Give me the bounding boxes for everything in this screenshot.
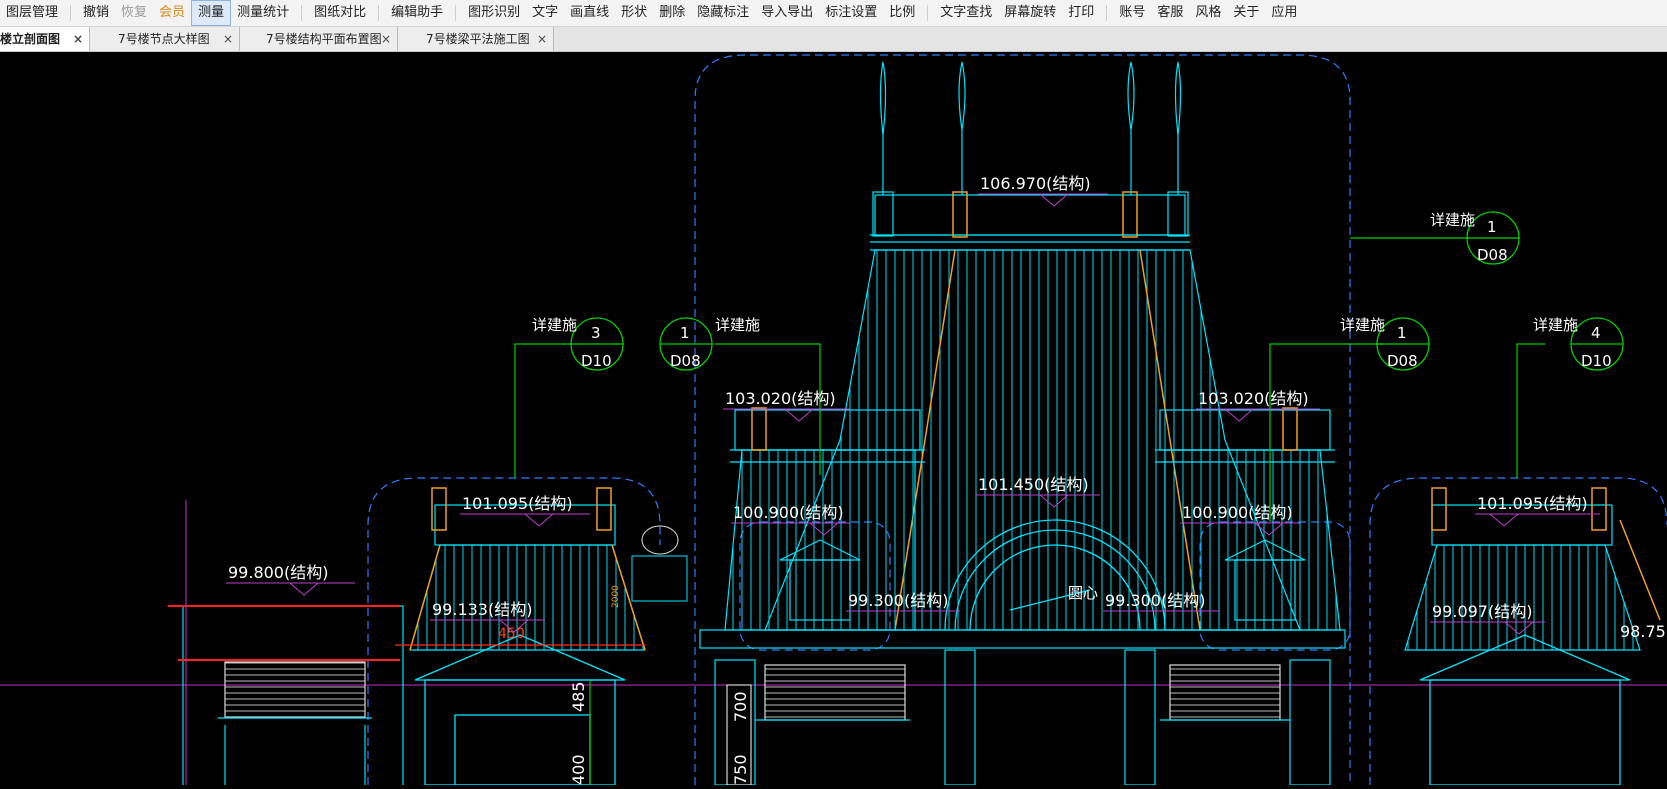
elevation-label: 100.900(结构) xyxy=(1182,503,1293,522)
menu-drawing-compare[interactable]: 图纸对比 xyxy=(308,0,372,26)
document-tab-bar: 楼立剖面图 × 7号楼节点大样图 × 7号楼结构平面布置图 × 7号楼梁平法施工… xyxy=(0,27,1667,52)
cad-drawing: 详建施 1 D08 详建施 3 D10 详建施 1 D08 详建施 1 D08 … xyxy=(0,54,1667,787)
menu-shape-recognition[interactable]: 图形识别 xyxy=(462,0,526,26)
menu-shape[interactable]: 形状 xyxy=(615,0,653,26)
menu-support[interactable]: 客服 xyxy=(1151,0,1189,26)
menu-separator xyxy=(1106,5,1108,21)
callout-text: 详建施 xyxy=(532,316,577,334)
elevation-label: 106.970(结构) xyxy=(980,174,1091,193)
tower-cornice xyxy=(870,194,1190,251)
callout-text: 详建施 xyxy=(1340,316,1385,334)
menu-hide-annotation[interactable]: 隐藏标注 xyxy=(691,0,755,26)
menu-draw-line[interactable]: 画直线 xyxy=(564,0,615,26)
menu-annotation-settings[interactable]: 标注设置 xyxy=(819,0,883,26)
elevation-label: 99.097(结构) xyxy=(1432,602,1532,621)
dimension-text: 700 xyxy=(731,691,750,722)
tab-label: 7号楼节点大样图 xyxy=(118,32,210,46)
callout-sheet: D10 xyxy=(581,352,612,370)
elevation-label: 101.450(结构) xyxy=(978,475,1089,494)
elevation-label: 100.900(结构) xyxy=(733,503,844,522)
spires xyxy=(872,61,1189,237)
rooftop-ornament xyxy=(631,525,688,602)
menu-edit-assistant[interactable]: 编辑助手 xyxy=(385,0,449,26)
menu-bar: 图层管理 撤销 恢复 会员 测量 测量统计 图纸对比 编辑助手 图形识别 文字 … xyxy=(0,0,1667,27)
callout-num: 1 xyxy=(680,324,690,342)
left-annex xyxy=(182,605,404,787)
menu-apps[interactable]: 应用 xyxy=(1265,0,1303,26)
elevation-label: 99.300(结构) xyxy=(1105,591,1205,610)
menu-layer-manage[interactable]: 图层管理 xyxy=(0,0,64,26)
elevation-label: 98.75 xyxy=(1620,622,1666,641)
callout-text: 详建施 xyxy=(1533,316,1578,334)
pediments xyxy=(414,634,1631,786)
tab-structure-plan[interactable]: 7号楼结构平面布置图 × xyxy=(240,27,398,51)
menu-measure-stats[interactable]: 测量统计 xyxy=(231,0,295,26)
menu-text[interactable]: 文字 xyxy=(526,0,564,26)
elevation-label: 99.800(结构) xyxy=(228,563,328,582)
menu-print[interactable]: 打印 xyxy=(1062,0,1100,26)
close-icon[interactable]: × xyxy=(381,27,391,51)
callout-sheet: D08 xyxy=(1387,352,1418,370)
dimension-text: 2000 xyxy=(611,585,621,608)
menu-separator xyxy=(927,5,929,21)
menu-account[interactable]: 账号 xyxy=(1113,0,1151,26)
elevation-label: 101.095(结构) xyxy=(462,494,573,513)
tab-beam-construction[interactable]: 7号楼梁平法施工图 × xyxy=(398,27,554,51)
center-label: 圆心 xyxy=(1068,584,1098,602)
menu-measure[interactable]: 测量 xyxy=(191,0,232,26)
menu-screen-rotate[interactable]: 屏幕旋转 xyxy=(998,0,1062,26)
menu-about[interactable]: 关于 xyxy=(1227,0,1265,26)
menu-redo[interactable]: 恢复 xyxy=(115,0,153,26)
elevation-label: 103.020(结构) xyxy=(1198,389,1309,408)
close-icon[interactable]: × xyxy=(223,27,233,51)
drawing-canvas[interactable]: 详建施 1 D08 详建施 3 D10 详建施 1 D08 详建施 1 D08 … xyxy=(0,52,1667,787)
dimension-text: 750 xyxy=(731,754,750,785)
menu-style[interactable]: 风格 xyxy=(1189,0,1227,26)
callout-num: 1 xyxy=(1487,218,1497,236)
menu-separator xyxy=(455,5,457,21)
menu-undo[interactable]: 撤销 xyxy=(77,0,115,26)
elevation-label: 99.133(结构) xyxy=(432,600,532,619)
vertical-dims: 700 750 485 400 xyxy=(569,681,750,785)
close-icon[interactable]: × xyxy=(73,27,83,51)
callout-num: 4 xyxy=(1591,324,1601,342)
dimension-text: 450 xyxy=(498,626,525,642)
right-pavilion-roof xyxy=(1404,544,1641,651)
menu-separator xyxy=(70,5,72,21)
menu-separator xyxy=(378,5,380,21)
ground-floor xyxy=(699,629,1346,786)
menu-text-search[interactable]: 文字查找 xyxy=(934,0,998,26)
tab-label: 7号楼结构平面布置图 xyxy=(266,32,382,46)
dimension-text: 400 xyxy=(569,754,588,785)
elevation-label: 99.300(结构) xyxy=(848,591,948,610)
callout-sheet: D08 xyxy=(670,352,701,370)
callout-text: 详建施 xyxy=(715,316,760,334)
callout-num: 3 xyxy=(591,324,601,342)
dimension-text: 485 xyxy=(569,681,588,712)
menu-separator xyxy=(301,5,303,21)
menu-scale[interactable]: 比例 xyxy=(883,0,921,26)
callout-sheet: D08 xyxy=(1477,246,1508,264)
tab-label: 7号楼梁平法施工图 xyxy=(426,32,530,46)
elevation-label: 101.095(结构) xyxy=(1477,494,1588,513)
menu-import-export[interactable]: 导入导出 xyxy=(755,0,819,26)
tab-node-detail[interactable]: 7号楼节点大样图 × xyxy=(90,27,240,51)
tab-label: 楼立剖面图 xyxy=(0,32,61,46)
elevation-label: 103.020(结构) xyxy=(725,389,836,408)
left-pavilion-roof xyxy=(409,544,646,651)
callout-num: 1 xyxy=(1397,324,1407,342)
callout-text: 详建施 xyxy=(1430,211,1475,229)
menu-vip[interactable]: 会员 xyxy=(153,0,191,26)
close-icon[interactable]: × xyxy=(537,27,547,51)
tab-elevation-section[interactable]: 楼立剖面图 × xyxy=(0,27,90,51)
menu-delete[interactable]: 删除 xyxy=(653,0,691,26)
callout-sheet: D10 xyxy=(1581,352,1612,370)
